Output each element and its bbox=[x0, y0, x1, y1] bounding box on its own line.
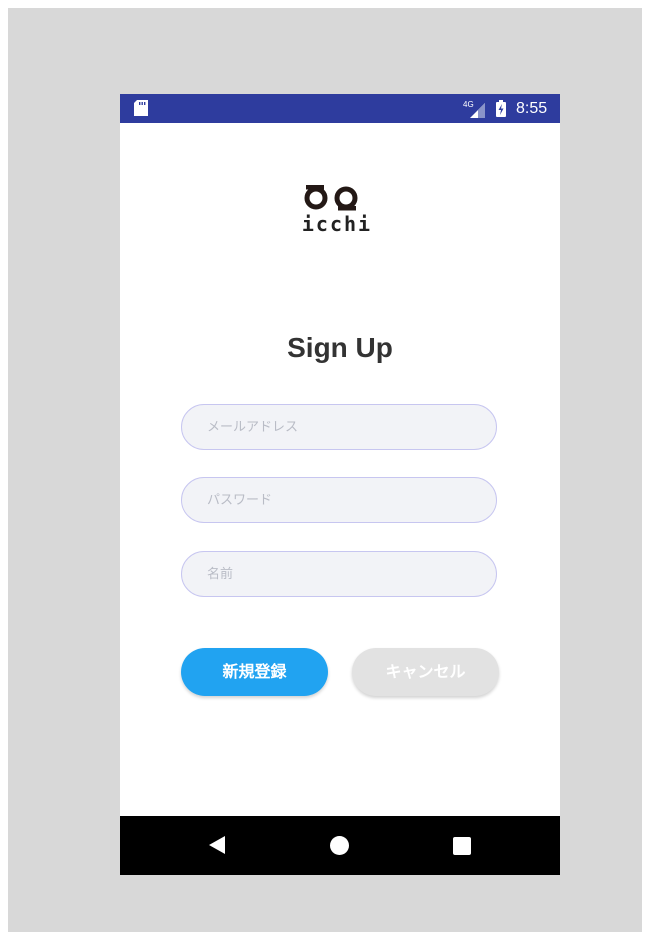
email-field[interactable] bbox=[181, 404, 497, 450]
phone-screen: 4G 8:55 icchi Sign Up メールアドレス 名前 新規登録 キャ… bbox=[120, 94, 560, 875]
screen-frame: 4G 8:55 icchi Sign Up メールアドレス 名前 新規登録 キャ… bbox=[8, 8, 642, 932]
page-title: Sign Up bbox=[287, 332, 393, 363]
status-time: 8:55 bbox=[516, 100, 548, 117]
password-field[interactable] bbox=[181, 477, 497, 523]
register-button[interactable]: 新規登録 bbox=[181, 648, 328, 696]
logo-mark-icon bbox=[304, 185, 358, 211]
network-label: 4G bbox=[463, 100, 474, 109]
name-field[interactable] bbox=[181, 551, 497, 597]
network-4g-icon: 4G bbox=[463, 99, 487, 119]
recents-icon[interactable] bbox=[453, 837, 471, 855]
logo-text: icchi bbox=[301, 212, 373, 236]
app-logo: icchi bbox=[298, 182, 376, 240]
navigation-bar bbox=[120, 816, 560, 875]
battery-charging-icon bbox=[496, 100, 506, 117]
status-bar: 4G 8:55 bbox=[120, 94, 560, 123]
sd-card-icon bbox=[134, 100, 148, 116]
back-icon[interactable] bbox=[209, 836, 225, 858]
home-icon[interactable] bbox=[330, 836, 349, 855]
cancel-button[interactable]: キャンセル bbox=[352, 648, 499, 696]
